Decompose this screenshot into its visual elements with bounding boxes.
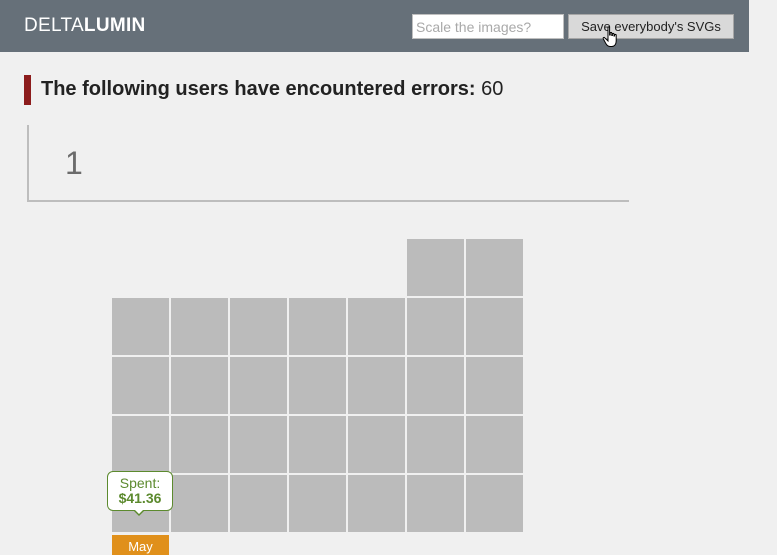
user-cell[interactable] (230, 357, 287, 414)
scale-images-input[interactable] (412, 14, 564, 39)
user-cell[interactable] (289, 357, 346, 414)
page-number: 1 (65, 145, 83, 181)
user-cell[interactable] (348, 298, 405, 355)
tooltip-label: Spent: (119, 475, 161, 491)
save-svgs-button[interactable]: Save everybody's SVGs (568, 14, 734, 39)
user-cell[interactable] (466, 416, 523, 473)
month-tab[interactable]: May (112, 535, 169, 555)
user-cell[interactable] (171, 475, 228, 532)
tooltip-tail-fill (134, 509, 144, 514)
user-cell[interactable] (171, 298, 228, 355)
user-cell[interactable] (348, 475, 405, 532)
user-cell[interactable] (348, 357, 405, 414)
user-cell[interactable] (230, 416, 287, 473)
headline-separator: : (468, 78, 476, 100)
user-cell[interactable] (171, 357, 228, 414)
user-cell[interactable] (230, 475, 287, 532)
errors-headline: The following users have encountered err… (41, 78, 503, 101)
user-cell[interactable] (407, 475, 464, 532)
tooltip-value: $41.36 (118, 490, 162, 506)
headline-accent-bar (24, 75, 31, 105)
user-cell[interactable] (230, 298, 287, 355)
user-cell[interactable] (112, 357, 169, 414)
error-user-count: 60 (481, 78, 504, 100)
user-cell[interactable] (289, 475, 346, 532)
user-cell[interactable] (289, 298, 346, 355)
user-cell[interactable] (407, 357, 464, 414)
user-cell[interactable] (112, 298, 169, 355)
user-cell[interactable] (466, 475, 523, 532)
headline-label: The following users have encountered err… (41, 78, 469, 100)
user-cell[interactable] (348, 416, 405, 473)
user-cell[interactable] (289, 416, 346, 473)
user-cell[interactable] (466, 239, 523, 296)
page-number-panel: 1 (27, 125, 629, 202)
user-cell[interactable] (407, 298, 464, 355)
user-cell[interactable] (407, 416, 464, 473)
brand-light-text: DELTA (24, 15, 84, 36)
user-cell[interactable] (466, 298, 523, 355)
user-cell[interactable] (112, 416, 169, 473)
user-cell[interactable] (466, 357, 523, 414)
user-cell[interactable] (407, 239, 464, 296)
hand-cursor-icon (602, 26, 617, 47)
brand-bold-text: LUMIN (83, 15, 146, 36)
brand-logo: DELTALUMIN (24, 15, 146, 37)
spent-tooltip: Spent: $41.36 (107, 471, 173, 511)
user-cell[interactable] (171, 416, 228, 473)
